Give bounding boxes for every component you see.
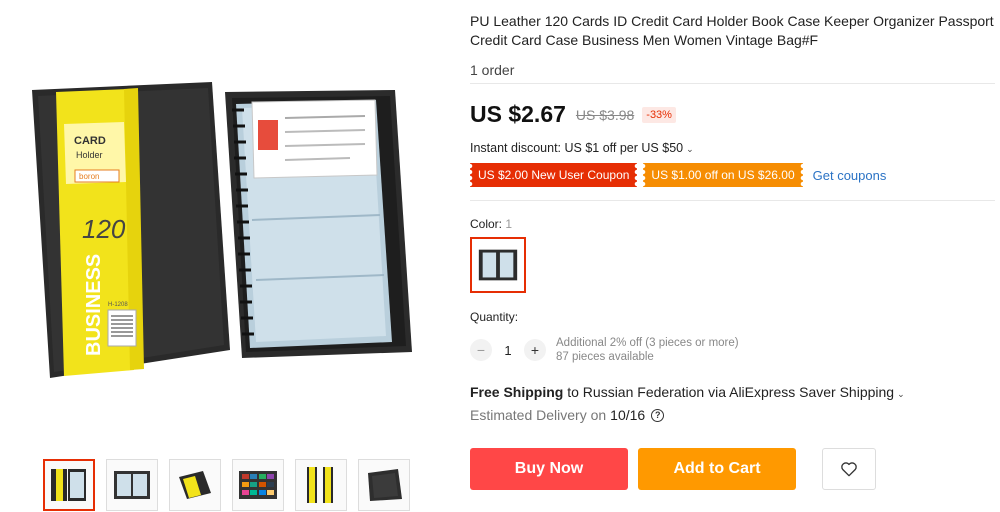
svg-text:120: 120 xyxy=(82,214,126,244)
thumbnail-2[interactable] xyxy=(106,459,158,511)
svg-text:Holder: Holder xyxy=(76,150,103,160)
increase-quantity-button[interactable]: + xyxy=(524,339,546,361)
thumbnail-6[interactable] xyxy=(358,459,410,511)
swatch-image xyxy=(478,249,518,281)
thumbnail-image xyxy=(368,469,402,501)
decrease-quantity-button[interactable]: − xyxy=(470,339,492,361)
heart-outline-icon xyxy=(841,462,857,477)
product-info: PU Leather 120 Cards ID Credit Card Hold… xyxy=(470,12,995,78)
shipping-destination: to Russian Federation via AliExpress Sav… xyxy=(567,384,895,400)
thumbnail-image xyxy=(114,471,150,499)
thumbnail-image xyxy=(179,471,211,499)
quantity-label: Quantity: xyxy=(470,310,519,324)
delivery-label: Estimated Delivery on xyxy=(470,407,607,423)
current-price: US $2.67 xyxy=(470,101,566,127)
instant-discount[interactable]: Instant discount: US $1 off per US $50 ⌄ xyxy=(470,141,694,155)
thumbnail-image xyxy=(239,471,277,499)
order-count: 1 order xyxy=(470,62,515,78)
color-label-text: Color: xyxy=(470,217,503,231)
quantity-info: Additional 2% off (3 pieces or more) 87 … xyxy=(556,336,739,364)
bulk-discount-text: Additional 2% off (3 pieces or more) xyxy=(556,337,739,349)
thumbnail-strip xyxy=(43,459,410,511)
thumbnail-5[interactable] xyxy=(295,459,347,511)
product-title: PU Leather 120 Cards ID Credit Card Hold… xyxy=(470,13,994,48)
free-shipping-label: Free Shipping xyxy=(470,384,564,400)
price-row: US $2.67 US $3.98 -33% xyxy=(470,101,676,128)
add-to-cart-button[interactable]: Add to Cart xyxy=(638,448,796,490)
quantity-input[interactable]: 1 xyxy=(492,343,524,358)
thumbnail-image xyxy=(51,469,86,501)
coupon-row: US $2.00 New User Coupon US $1.00 off on… xyxy=(470,163,886,187)
delivery-date: 10/16 xyxy=(610,407,646,423)
svg-text:boron: boron xyxy=(79,172,99,181)
question-circle-icon[interactable]: ? xyxy=(651,408,665,422)
card-holder-illustration: CARD Holder boron 120 BUSINESS H-1208 xyxy=(32,82,412,378)
store-coupon[interactable]: US $1.00 off on US $26.00 xyxy=(643,163,803,187)
action-buttons: Buy Now Add to Cart xyxy=(470,448,876,490)
divider xyxy=(470,200,995,201)
stock-available: 87 pieces available xyxy=(556,351,654,363)
get-coupons-link[interactable]: Get coupons xyxy=(813,168,887,183)
quantity-stepper: − 1 + Additional 2% off (3 pieces or mor… xyxy=(470,336,739,364)
divider xyxy=(470,83,995,84)
thumbnail-image xyxy=(307,467,333,503)
thumbnail-4[interactable] xyxy=(232,459,284,511)
color-count: 1 xyxy=(505,217,513,231)
estimated-delivery: Estimated Delivery on 10/16 ? xyxy=(470,407,665,423)
thumbnail-1[interactable] xyxy=(43,459,95,511)
instant-discount-text: Instant discount: US $1 off per US $50 xyxy=(470,141,684,155)
buy-now-button[interactable]: Buy Now xyxy=(470,448,628,490)
new-user-coupon[interactable]: US $2.00 New User Coupon xyxy=(470,163,638,187)
color-label: Color: 1 xyxy=(470,217,512,231)
color-swatch[interactable] xyxy=(470,237,526,293)
chevron-down-icon: ⌄ xyxy=(897,389,905,399)
thumbnail-3[interactable] xyxy=(169,459,221,511)
original-price: US $3.98 xyxy=(575,106,635,123)
wishlist-button[interactable] xyxy=(822,448,876,490)
discount-badge: -33% xyxy=(642,106,676,123)
chevron-down-icon: ⌄ xyxy=(686,144,694,154)
svg-text:CARD: CARD xyxy=(74,135,106,147)
svg-text:H-1208: H-1208 xyxy=(108,302,128,308)
shipping-info[interactable]: Free Shipping to Russian Federation via … xyxy=(470,384,905,400)
main-product-image[interactable]: CARD Holder boron 120 BUSINESS H-1208 xyxy=(20,60,430,400)
svg-text:BUSINESS: BUSINESS xyxy=(83,254,105,356)
